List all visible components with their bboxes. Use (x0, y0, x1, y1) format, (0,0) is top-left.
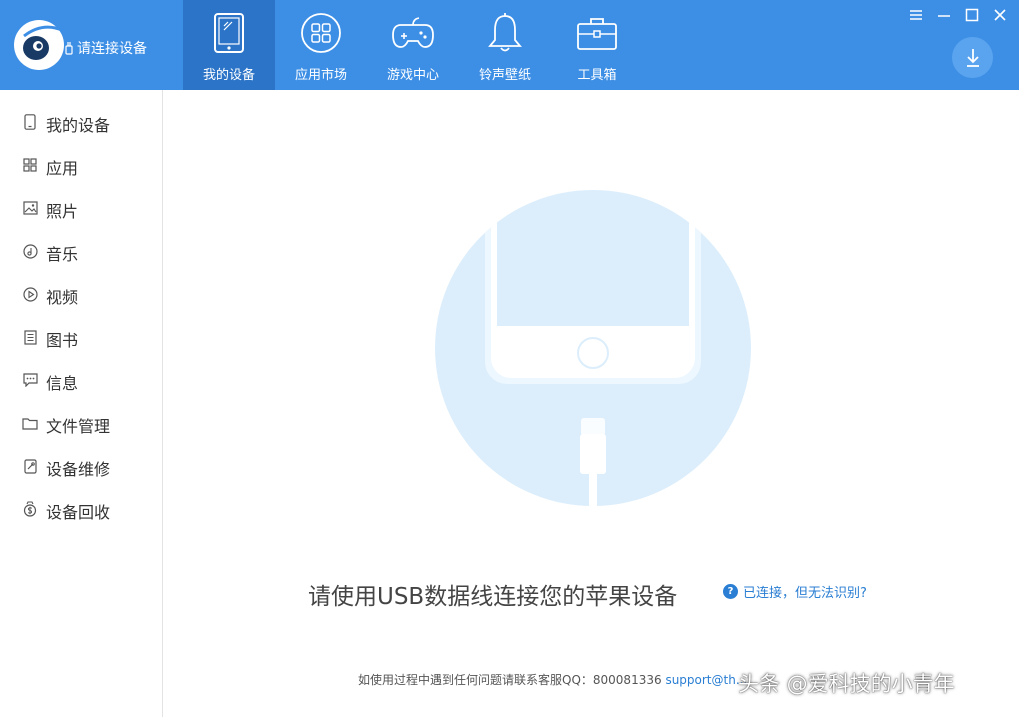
tab-my-device[interactable]: 我的设备 (183, 0, 275, 90)
download-button[interactable] (952, 37, 993, 78)
app-logo-icon (14, 20, 64, 70)
tab-ringtone-wallpaper[interactable]: 铃声壁纸 (459, 0, 551, 90)
sidebar: 我的设备 应用 照片 音乐 视频 图书 信息 文件管理 设备维修 设备回收 (0, 90, 163, 717)
tab-label: 我的设备 (202, 68, 255, 83)
device-status[interactable]: 请连接设备 (64, 38, 147, 58)
sidebar-item-file-manager[interactable]: 文件管理 (0, 403, 162, 443)
sidebar-item-label: 视频 (46, 288, 79, 307)
book-icon (23, 329, 37, 345)
logo-area: 请连接设备 (0, 0, 183, 90)
play-icon (22, 286, 38, 302)
sidebar-item-device-repair[interactable]: 设备维修 (0, 446, 162, 486)
tab-label: 应用市场 (294, 68, 347, 83)
help-link-label: 已连接，但无法识别? (743, 586, 867, 601)
gamepad-icon (392, 17, 434, 48)
maximize-button[interactable] (961, 6, 983, 24)
connect-prompt: 请使用USB数据线连接您的苹果设备 (308, 584, 678, 610)
usb-plug-icon (65, 42, 73, 55)
grid-icon (23, 158, 37, 172)
sidebar-item-music[interactable]: 音乐 (0, 231, 162, 271)
recycle-money-icon (23, 501, 37, 517)
tab-label: 工具箱 (577, 68, 617, 83)
question-icon: ? (723, 584, 738, 599)
toolbox-icon (577, 18, 617, 50)
menu-icon (910, 10, 922, 20)
sidebar-item-label: 文件管理 (46, 417, 111, 436)
maximize-icon (965, 8, 979, 22)
sidebar-item-books[interactable]: 图书 (0, 317, 162, 357)
device-status-label: 请连接设备 (77, 41, 147, 57)
tab-game-center[interactable]: 游戏中心 (367, 0, 459, 90)
sidebar-item-device-recycle[interactable]: 设备回收 (0, 489, 162, 529)
sidebar-item-messages[interactable]: 信息 (0, 360, 162, 400)
tab-toolbox[interactable]: 工具箱 (551, 0, 643, 90)
sidebar-item-label: 设备回收 (46, 503, 111, 522)
menu-button[interactable] (905, 6, 927, 24)
folder-icon (22, 417, 38, 430)
sidebar-item-video[interactable]: 视频 (0, 274, 162, 314)
footer-text: 如使用过程中遇到任何问题请联系客服QQ：800081336 (358, 673, 662, 687)
close-icon (994, 9, 1006, 21)
sidebar-item-label: 音乐 (46, 245, 79, 264)
watermark: 头条 @爱科技的小青年 (738, 672, 955, 696)
support-email-link[interactable]: support@th... (665, 673, 747, 687)
minimize-icon (938, 15, 950, 17)
app-grid-icon (301, 13, 341, 53)
sidebar-item-label: 应用 (46, 159, 79, 178)
image-icon (22, 201, 38, 215)
tab-label: 铃声壁纸 (478, 68, 531, 83)
minimize-button[interactable] (933, 6, 955, 24)
sidebar-item-apps[interactable]: 应用 (0, 145, 162, 185)
download-icon (966, 48, 979, 67)
sidebar-item-label: 信息 (46, 374, 79, 393)
sidebar-item-photos[interactable]: 照片 (0, 188, 162, 228)
repair-icon (23, 458, 37, 474)
footer-support: 如使用过程中遇到任何问题请联系客服QQ：800081336 support@th… (358, 671, 747, 688)
connect-device-illustration (435, 190, 751, 506)
tab-label: 游戏中心 (386, 68, 439, 83)
connected-not-recognized-link[interactable]: ? 已连接，但无法识别? (723, 582, 867, 601)
window-controls (905, 6, 1011, 24)
tab-app-market[interactable]: 应用市场 (275, 0, 367, 90)
sidebar-item-label: 照片 (46, 202, 79, 221)
tablet-icon (214, 13, 244, 53)
message-icon (22, 373, 38, 387)
phone-icon (24, 114, 36, 130)
top-bar: 请连接设备 我的设备 应用市场 游戏中心 铃声壁纸 工具箱 (0, 0, 1019, 90)
main-content: 请使用USB数据线连接您的苹果设备 ? 已连接，但无法识别? 如使用过程中遇到任… (163, 90, 1019, 717)
music-icon (22, 243, 38, 259)
close-button[interactable] (989, 6, 1011, 24)
sidebar-item-label: 设备维修 (46, 460, 111, 479)
bell-icon (488, 13, 522, 52)
sidebar-item-label: 图书 (46, 331, 79, 350)
sidebar-item-my-device[interactable]: 我的设备 (0, 102, 162, 142)
sidebar-item-label: 我的设备 (46, 116, 111, 135)
